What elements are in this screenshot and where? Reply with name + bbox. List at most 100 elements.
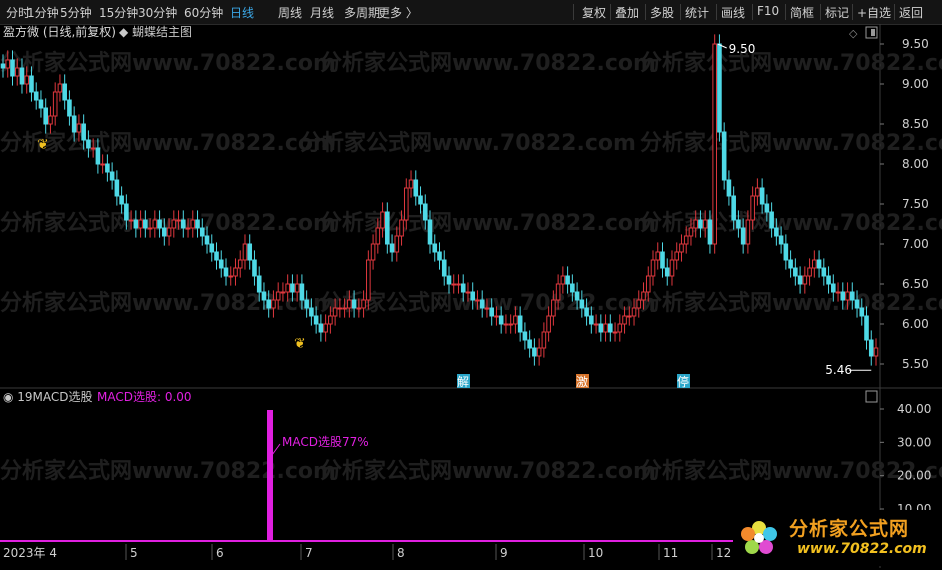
candle-body (835, 291, 841, 294)
candle-body (29, 75, 34, 93)
date-label: 7 (305, 546, 313, 560)
candle-body (845, 291, 850, 301)
candle-body (366, 259, 371, 301)
candle-body (736, 219, 741, 229)
candle-body (228, 275, 234, 278)
candle-body (290, 283, 295, 293)
candle-body (527, 339, 532, 349)
candle-body (631, 307, 637, 317)
period-tab-1[interactable]: 1分钟 (27, 4, 59, 21)
candle-body (52, 91, 58, 117)
butterfly-icon: ❦ (37, 137, 49, 153)
macd-signal-bar (267, 410, 273, 542)
price-tick-label: 9.50 (902, 37, 929, 51)
watermark-text: 分析家公式网www.70822.com (300, 130, 636, 156)
date-label: 11 (663, 546, 678, 560)
candle-body (114, 179, 120, 197)
candle-body (422, 203, 428, 221)
high-price-label: 9.50 (729, 42, 756, 56)
macd-annotation: MACD选股77% (282, 435, 369, 449)
candle-body (389, 243, 395, 253)
period-tab-8[interactable]: 月线 (310, 4, 334, 21)
tool-button-2[interactable]: 多股 (650, 4, 674, 21)
candle-body (5, 59, 11, 69)
candle-body (190, 219, 196, 229)
period-tab-3[interactable]: 15分钟 (99, 4, 138, 21)
candle-body (517, 315, 523, 333)
candle-body (574, 291, 580, 301)
candle-body (712, 43, 717, 245)
watermark-text: 分析家公式网www.70822.com (0, 50, 336, 76)
period-tab-9[interactable]: 多周期 (344, 4, 380, 21)
event-marker-label: 解 (457, 375, 469, 389)
candle-body (622, 315, 627, 325)
candle-body (660, 251, 665, 269)
candle-body (266, 299, 271, 309)
tool-button-9[interactable]: 返回 (899, 4, 923, 21)
candle-body (664, 267, 670, 277)
tool-button-8[interactable]: +自选 (857, 4, 891, 21)
tool-button-0[interactable]: 复权 (582, 4, 606, 21)
candle-body (76, 123, 82, 133)
candle-body (551, 299, 556, 317)
tool-button-7[interactable]: 标记 (825, 4, 849, 21)
candle-body (180, 219, 186, 229)
candle-body (119, 195, 124, 205)
period-tab-6[interactable]: 日线 (230, 4, 254, 21)
price-tick-label: 6.00 (902, 317, 929, 331)
candle-body (370, 243, 376, 261)
candle-body (873, 347, 879, 357)
candle-body (147, 227, 153, 230)
event-marker-label: 激 (576, 375, 588, 389)
candle-body (731, 195, 736, 221)
candle-body (669, 259, 675, 277)
tool-button-3[interactable]: 统计 (685, 4, 709, 21)
candle-body (133, 219, 139, 229)
candle-body (698, 219, 703, 229)
tool-button-4[interactable]: 画线 (721, 4, 745, 21)
candle-body (328, 315, 333, 325)
candle-body (90, 147, 96, 150)
candle-body (337, 307, 343, 310)
candle-body (62, 83, 67, 101)
candle-body (641, 291, 646, 301)
period-tab-4[interactable]: 30分钟 (138, 4, 177, 21)
toolbar-divider (645, 4, 646, 20)
period-tab-2[interactable]: 5分钟 (60, 4, 92, 21)
candle-body (679, 243, 684, 253)
tool-button-5[interactable]: F10 (757, 4, 779, 18)
candle-body (351, 299, 357, 309)
candle-body (812, 259, 817, 269)
tool-button-6[interactable]: 简框 (790, 4, 814, 21)
candle-body (446, 275, 452, 285)
candle-body (650, 259, 656, 277)
candle-body (166, 227, 172, 237)
candle-body (626, 315, 632, 318)
candle-body (57, 83, 63, 93)
candle-body (484, 307, 490, 310)
date-label: 5 (130, 546, 138, 560)
candle-body (764, 203, 770, 213)
watermark-text: 分析家公式网www.70822.com (640, 290, 942, 316)
candle-body (451, 283, 457, 286)
candle-body (532, 347, 537, 357)
candle-body (10, 59, 15, 77)
candle-body (394, 235, 400, 253)
sub-tick-label: 20.00 (897, 469, 931, 483)
candle-body (598, 323, 604, 333)
candle-body (43, 107, 49, 125)
tool-button-1[interactable]: 叠加 (615, 4, 639, 21)
candle-body (816, 259, 822, 269)
candle-body (740, 227, 746, 245)
candle-body (237, 259, 243, 269)
diamond-icon: ◇ (849, 27, 858, 40)
period-tab-7[interactable]: 周线 (278, 4, 302, 21)
date-label: 9 (500, 546, 508, 560)
candle-body (81, 123, 86, 141)
period-tab-5[interactable]: 60分钟 (184, 4, 223, 21)
price-tick-label: 7.50 (902, 197, 929, 211)
candle-body (204, 235, 210, 245)
period-tab-10[interactable]: 更多 〉 (378, 4, 418, 21)
candle-body (261, 291, 267, 301)
annotation-pointer (271, 443, 281, 456)
